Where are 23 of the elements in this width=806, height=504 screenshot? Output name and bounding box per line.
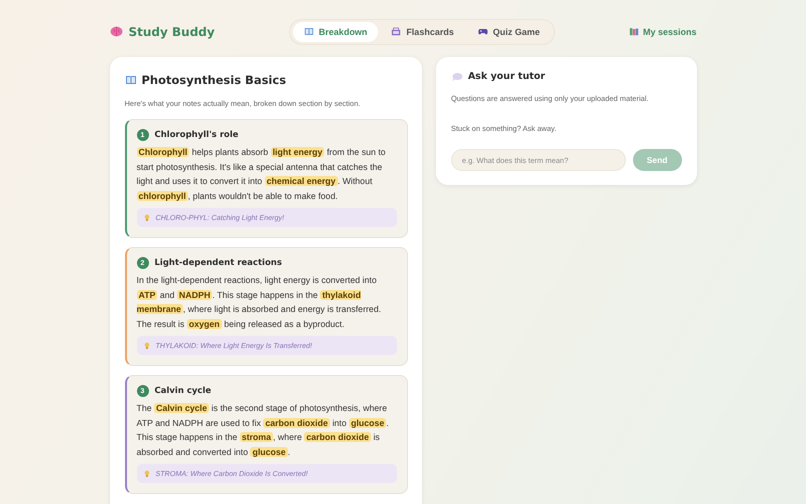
book-icon — [304, 27, 314, 36]
app-title: Study Buddy — [128, 24, 215, 38]
section-title: Light-dependent reactions — [154, 258, 282, 268]
brain-icon — [110, 26, 122, 37]
lightbulb-icon — [144, 214, 150, 222]
lightbulb-icon — [144, 342, 150, 350]
section-text: In the light-dependent reactions, light energy is converted into ATP and NADPH. This stage happens in the thylakoid membrane, where light is absorbed and energy is transferred. The result is oxygen being released as a byproduct. — [136, 274, 382, 331]
books-icon — [628, 27, 639, 36]
gamepad-icon — [478, 27, 488, 36]
box-icon — [391, 27, 402, 36]
card-title: Photosynthesis Basics — [142, 73, 286, 87]
my-sessions-link[interactable]: My sessions — [628, 26, 696, 36]
tab[interactable]: Flashcards — [380, 22, 465, 42]
lightbulb-icon — [144, 470, 150, 478]
tab[interactable]: Quiz Game — [466, 22, 551, 42]
section-text: Chlorophyll helps plants absorb light energy from the sun to start photosynthesis. It's like a special antenna that catches the light and uses it to convert it into chemical energy. Without chlorophyll, plants wouldn't be able to make food. — [136, 146, 387, 203]
speech-bubble-icon — [450, 72, 463, 82]
section-title: Chlorophyll's role — [154, 130, 238, 140]
tutor-title: Ask your tutor — [468, 71, 546, 82]
tab[interactable]: Breakdown — [292, 22, 378, 42]
book-icon — [124, 75, 136, 85]
section-title: Calvin cycle — [154, 386, 212, 396]
section-text: The Calvin cycle is the second stage of photosynthesis, where ATP and NADPH are used to fix carbon dioxide into glucose. This stage happens in the stroma, where carbon dioxide is absorbed and converted into glucose. — [136, 402, 390, 459]
